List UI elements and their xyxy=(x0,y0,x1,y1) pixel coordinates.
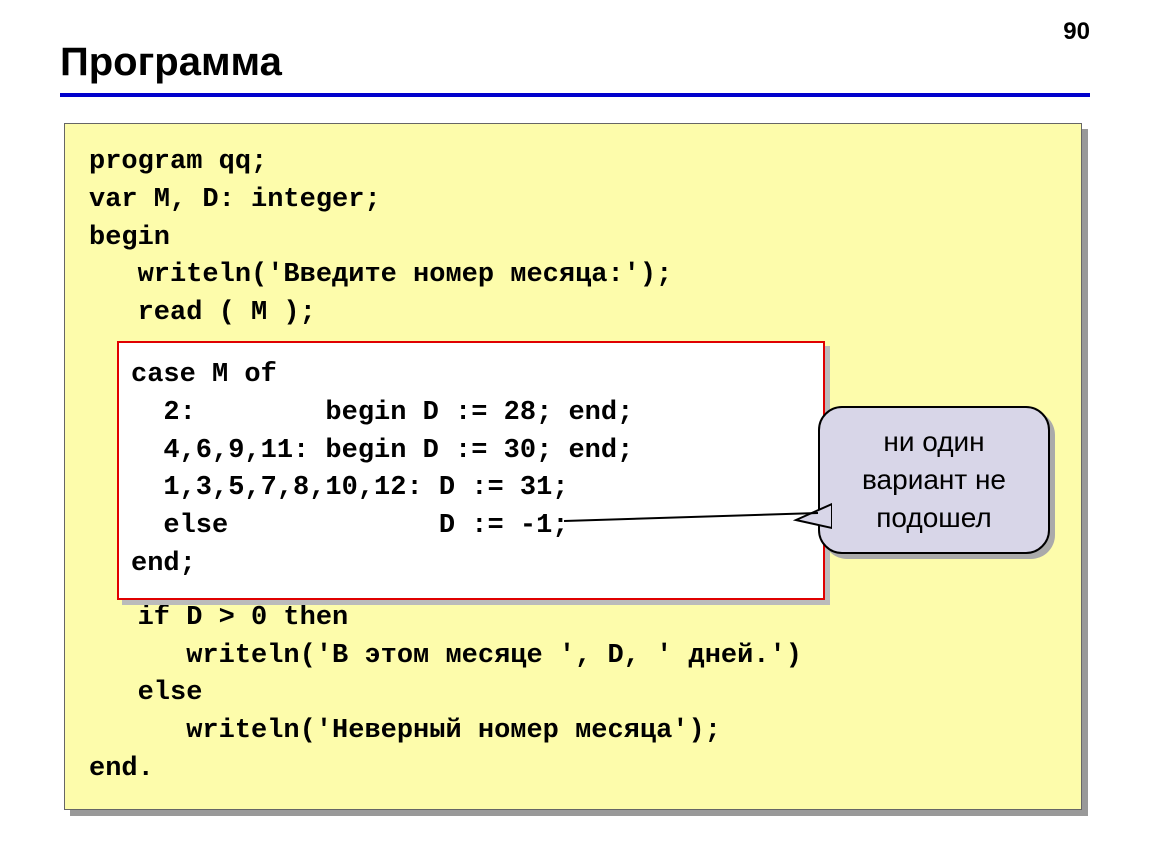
code-line: begin xyxy=(89,223,170,253)
slide: 90 Программа program qq; var M, D: integ… xyxy=(0,0,1150,864)
title-underline xyxy=(60,93,1090,97)
code-line: case M of xyxy=(131,360,277,390)
code-line: writeln('Неверный номер месяца'); xyxy=(89,716,721,746)
highlighted-code-wrapper: case M of 2: begin D := 28; end; 4,6,9,1… xyxy=(117,341,825,600)
code-line: if D > 0 then xyxy=(89,603,348,633)
code-line: writeln('Введите номер месяца:'); xyxy=(89,260,672,290)
code-line: writeln('В этом месяце ', D, ' дней.') xyxy=(89,641,802,671)
code-line: else D := -1; xyxy=(131,511,568,541)
code-line: end. xyxy=(89,754,154,784)
highlighted-code-box: case M of 2: begin D := 28; end; 4,6,9,1… xyxy=(117,341,825,600)
code-line: program qq; xyxy=(89,147,267,177)
callout-text: ни один вариант не подошел xyxy=(828,423,1040,536)
callout-bubble: ни один вариант не подошел xyxy=(818,406,1050,554)
code-line: else xyxy=(89,678,202,708)
code-line: read ( M ); xyxy=(89,298,316,328)
code-line: var M, D: integer; xyxy=(89,185,381,215)
page-number: 90 xyxy=(1063,18,1090,46)
code-line: 2: begin D := 28; end; xyxy=(131,398,633,428)
code-line: 1,3,5,7,8,10,12: D := 31; xyxy=(131,473,568,503)
code-line: end; xyxy=(131,549,196,579)
slide-title: Программа xyxy=(60,40,1090,85)
code-line: 4,6,9,11: begin D := 30; end; xyxy=(131,436,633,466)
